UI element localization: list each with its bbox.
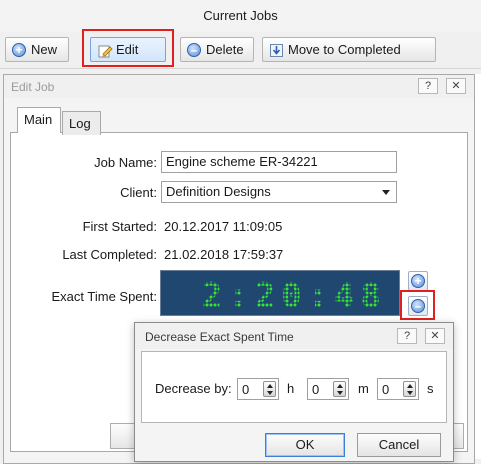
hours-unit: h [287, 381, 295, 396]
client-label: Client: [120, 185, 157, 200]
tab-main[interactable]: Main [17, 107, 61, 133]
background-grid-edge [474, 74, 481, 459]
toolbar: + New Edit – Delete Move to Completed [0, 32, 481, 69]
job-name-label: Job Name: [94, 155, 157, 170]
edit-job-titlebar: Edit Job ? ✕ [4, 75, 474, 98]
minus-circle-icon: – [187, 42, 201, 57]
close-button[interactable]: ✕ [446, 78, 466, 94]
plus-circle-icon: + [411, 274, 425, 288]
help-icon: ? [403, 330, 411, 342]
decrease-close-button[interactable]: ✕ [425, 328, 445, 344]
minutes-value: 0 [312, 382, 320, 397]
ok-button[interactable]: OK [265, 433, 345, 457]
first-started-value: 20.12.2017 11:09:05 [164, 219, 283, 234]
hours-stepper[interactable]: 0 [237, 378, 279, 400]
main-window-titlebar: Current Jobs [0, 0, 481, 33]
cancel-button-label: Cancel [378, 437, 420, 452]
help-icon: ? [424, 80, 432, 92]
new-button-label: New [31, 42, 58, 57]
decrease-time-dialog: Decrease Exact Spent Time ? ✕ Decrease b… [134, 322, 454, 462]
seconds-unit: s [427, 381, 434, 396]
minutes-unit: m [358, 381, 369, 396]
increase-time-button[interactable]: + [408, 271, 428, 291]
decrease-dialog-titlebar: Decrease Exact Spent Time ? ✕ [135, 323, 453, 349]
tab-log-label: Log [69, 116, 91, 131]
cancel-button[interactable]: Cancel [357, 433, 441, 457]
last-completed-value: 21.02.2018 17:59:37 [164, 247, 284, 262]
tab-log[interactable]: Log [62, 111, 101, 135]
decrease-highlight-frame [400, 290, 435, 320]
time-spent-value: 2:20:48 [202, 276, 387, 315]
minutes-stepper[interactable]: 0 [307, 378, 349, 400]
new-button[interactable]: + New [5, 37, 69, 62]
job-name-field[interactable]: Engine scheme ER-34221 [161, 151, 397, 173]
last-completed-label: Last Completed: [62, 247, 157, 262]
close-icon: ✕ [451, 80, 461, 92]
delete-button[interactable]: – Delete [180, 37, 254, 62]
edit-highlight-frame [82, 29, 174, 67]
tab-main-label: Main [24, 112, 53, 127]
delete-button-label: Delete [206, 42, 244, 57]
close-icon: ✕ [430, 330, 440, 342]
updown-arrow-icon[interactable] [263, 381, 276, 397]
move-button-label: Move to Completed [288, 42, 401, 57]
move-to-completed-button[interactable]: Move to Completed [262, 37, 436, 62]
updown-arrow-icon[interactable] [333, 381, 346, 397]
chevron-down-icon [382, 190, 390, 195]
client-value: Definition Designs [166, 184, 271, 199]
time-spent-display: 2:20:48 [160, 270, 400, 316]
time-spent-label: Exact Time Spent: [51, 289, 158, 304]
window-title: Current Jobs [203, 8, 278, 23]
ok-button-label: OK [295, 437, 315, 452]
client-select[interactable]: Definition Designs [161, 181, 397, 203]
decrease-by-label: Decrease by: [155, 381, 232, 396]
job-name-value: Engine scheme ER-34221 [166, 154, 318, 169]
decrease-dialog-title: Decrease Exact Spent Time [145, 330, 294, 344]
plus-circle-icon: + [12, 42, 26, 57]
seconds-value: 0 [382, 382, 390, 397]
updown-arrow-icon[interactable] [403, 381, 416, 397]
decrease-help-button[interactable]: ? [397, 328, 417, 344]
help-button[interactable]: ? [418, 78, 438, 94]
edit-job-title: Edit Job [11, 80, 55, 94]
seconds-stepper[interactable]: 0 [377, 378, 419, 400]
arrow-down-icon [269, 43, 283, 57]
hours-value: 0 [242, 382, 250, 397]
first-started-label: First Started: [82, 219, 157, 234]
